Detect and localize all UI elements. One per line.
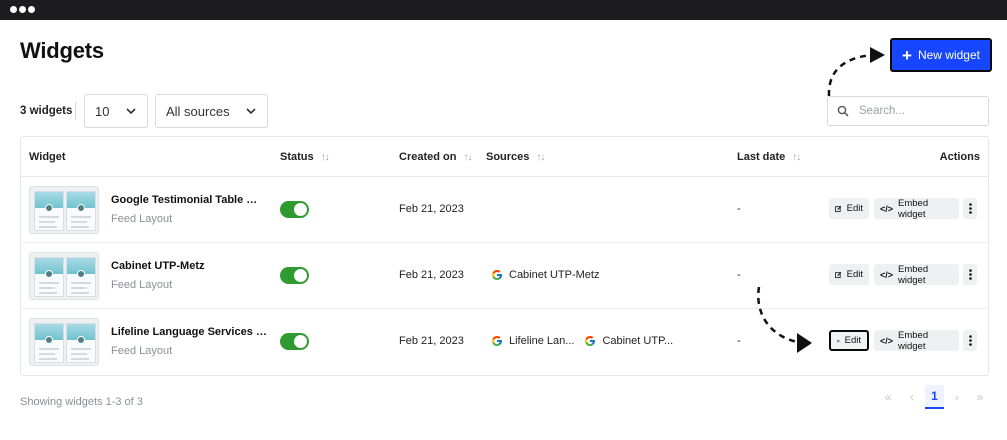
source-filter-select[interactable]: All sources — [155, 94, 268, 128]
column-header-actions: Actions — [939, 151, 980, 163]
more-actions-button[interactable] — [963, 330, 977, 351]
code-icon: </> — [880, 269, 894, 280]
embed-label: Embed widget — [898, 197, 929, 220]
kebab-menu-icon — [968, 203, 972, 214]
last-date: - — [737, 335, 741, 347]
new-widget-label: New widget — [917, 48, 980, 62]
embed-widget-button[interactable]: </> Embed widget — [874, 329, 959, 352]
created-date: Feb 21, 2023 — [399, 335, 464, 347]
source-item: Lifeline Lan... — [491, 335, 574, 347]
edit-label: Edit — [846, 203, 863, 214]
google-icon — [492, 270, 502, 280]
sort-icon[interactable]: ↑↓ — [536, 152, 545, 163]
edit-icon — [837, 339, 840, 342]
widgets-table: Widget Status ↑↓ Created on ↑↓ Sources ↑↓ L… — [20, 136, 989, 376]
last-date: - — [737, 269, 741, 281]
column-header-created[interactable]: Created on ↑↓ — [399, 151, 472, 163]
source-item: Cabinet UTP-Metz — [491, 269, 599, 281]
chevron-down-icon — [246, 108, 256, 115]
search-box[interactable] — [827, 96, 989, 126]
embed-label: Embed widget — [898, 329, 929, 352]
widget-name[interactable]: Cabinet UTP-Metz — [111, 260, 205, 272]
edit-button[interactable]: Edit — [829, 264, 869, 285]
widget-type: Feed Layout — [111, 279, 173, 291]
google-icon — [585, 336, 596, 346]
window-titlebar — [0, 0, 1007, 20]
page-size-value: 10 — [95, 103, 110, 119]
google-icon — [492, 336, 502, 346]
window-dot-icon — [28, 6, 35, 13]
showing-text: Showing widgets 1-3 of 3 — [20, 396, 143, 408]
embed-widget-button[interactable]: </> Embed widget — [874, 263, 959, 286]
widget-name[interactable]: Lifeline Language Services Lt... — [111, 326, 267, 338]
pagination-first-button[interactable]: « — [880, 385, 896, 409]
kebab-menu-icon — [968, 335, 972, 346]
kebab-menu-icon — [968, 269, 972, 280]
search-icon — [837, 105, 849, 117]
edit-icon — [835, 271, 842, 278]
pagination-last-button[interactable]: » — [972, 385, 988, 409]
table-row: Google Testimonial Table Wid... Feed Lay… — [21, 177, 988, 243]
status-toggle[interactable] — [280, 201, 309, 218]
widget-type: Feed Layout — [111, 213, 173, 225]
created-date: Feb 21, 2023 — [399, 269, 464, 281]
status-toggle[interactable] — [280, 333, 309, 350]
last-date: - — [737, 203, 741, 215]
new-widget-button[interactable]: + New widget — [890, 38, 992, 72]
widget-thumbnail — [29, 252, 99, 300]
more-actions-button[interactable] — [963, 264, 977, 285]
pagination-next-button[interactable]: › — [950, 385, 964, 409]
widget-thumbnail — [29, 318, 99, 366]
edit-button[interactable]: Edit — [829, 198, 869, 219]
sources-cell: Lifeline Lan... Cabinet UTP... — [491, 335, 677, 347]
divider — [75, 102, 76, 120]
embed-widget-button[interactable]: </> Embed widget — [874, 197, 959, 220]
page-title: Widgets — [20, 38, 104, 63]
dashed-arrow-line — [827, 53, 873, 97]
embed-label: Embed widget — [898, 263, 929, 286]
column-header-status[interactable]: Status ↑↓ — [280, 151, 330, 163]
edit-label: Edit — [846, 269, 863, 280]
edit-label: Edit — [844, 335, 861, 346]
chevron-down-icon — [126, 108, 136, 115]
source-filter-value: All sources — [166, 103, 230, 119]
widget-name[interactable]: Google Testimonial Table Wid... — [111, 194, 267, 206]
plus-icon: + — [902, 45, 912, 65]
arrow-head-icon — [870, 47, 885, 63]
created-date: Feb 21, 2023 — [399, 203, 464, 215]
status-toggle[interactable] — [280, 267, 309, 284]
widget-count: 3 widgets — [20, 105, 73, 117]
column-header-last-date[interactable]: Last date ↑↓ — [737, 151, 801, 163]
table-header: Widget Status ↑↓ Created on ↑↓ Sources ↑↓ L… — [21, 137, 988, 177]
page-size-select[interactable]: 10 — [84, 94, 148, 128]
widget-type: Feed Layout — [111, 345, 173, 357]
column-header-widget: Widget — [29, 151, 66, 163]
search-input[interactable] — [859, 105, 979, 117]
window-dot-icon — [10, 6, 17, 13]
source-item: Cabinet UTP... — [584, 335, 673, 347]
code-icon: </> — [880, 335, 894, 346]
column-header-sources[interactable]: Sources ↑↓ — [486, 151, 545, 163]
sort-icon[interactable]: ↑↓ — [321, 152, 330, 163]
pagination-page-1[interactable]: 1 — [925, 385, 944, 409]
table-row: Cabinet UTP-Metz Feed Layout Feb 21, 202… — [21, 243, 988, 309]
sources-cell: Cabinet UTP-Metz — [491, 269, 603, 281]
sort-icon[interactable]: ↑↓ — [463, 152, 472, 163]
table-row: Lifeline Language Services Lt... Feed La… — [21, 309, 988, 375]
more-actions-button[interactable] — [963, 198, 977, 219]
window-dot-icon — [19, 6, 26, 13]
code-icon: </> — [880, 203, 894, 214]
edit-icon — [835, 205, 842, 212]
widget-thumbnail — [29, 186, 99, 234]
sort-icon[interactable]: ↑↓ — [792, 152, 801, 163]
pagination-prev-button[interactable]: ‹ — [905, 385, 919, 409]
edit-button[interactable]: Edit — [829, 330, 869, 351]
